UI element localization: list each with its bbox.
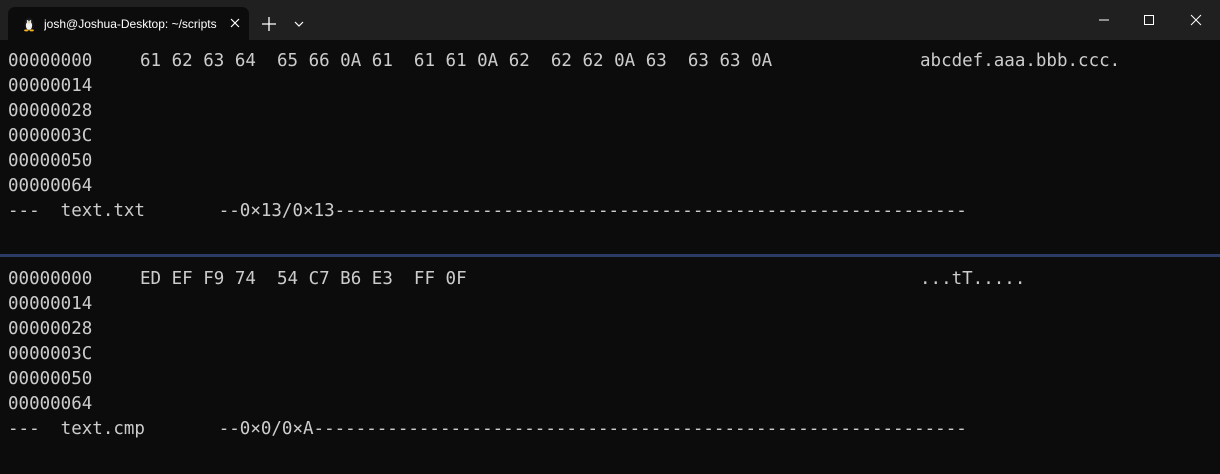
plus-icon[interactable] — [257, 12, 281, 36]
tab-title: josh@Joshua-Desktop: ~/scripts — [44, 17, 217, 31]
terminal-tab[interactable]: josh@Joshua-Desktop: ~/scripts — [8, 7, 249, 40]
close-icon[interactable] — [228, 16, 242, 30]
ascii-text: abcdef.aaa.bbb.ccc. — [920, 51, 1121, 71]
address-label: 00000050 — [8, 151, 93, 171]
status-line: --- text.cmp --0×0/0×A------------------… — [8, 419, 967, 439]
status-line: --- text.txt --0×13/0×13----------------… — [8, 201, 967, 221]
hex-bytes: 61 62 63 64 65 66 0A 61 61 61 0A 62 62 6… — [140, 51, 773, 71]
address-label: 00000014 — [8, 76, 93, 96]
close-button[interactable] — [1172, 0, 1220, 40]
hex-bytes: ED EF F9 74 54 C7 B6 E3 FF 0F — [140, 269, 467, 289]
address-label: 00000000 — [8, 269, 93, 289]
hex-viewer-pane-top[interactable]: 00000000 61 62 63 64 65 66 0A 61 61 61 0… — [0, 40, 1220, 254]
address-label: 00000014 — [8, 294, 93, 314]
minimize-icon — [1099, 19, 1109, 21]
hex-viewer-pane-bottom[interactable]: 00000000 ED EF F9 74 54 C7 B6 E3 FF 0F .… — [0, 258, 1220, 474]
address-label: 00000050 — [8, 369, 93, 389]
maximize-icon — [1144, 15, 1154, 25]
close-icon — [1190, 14, 1202, 26]
chevron-down-icon[interactable] — [289, 13, 309, 35]
terminal-window: josh@Joshua-Desktop: ~/scripts 00000000 … — [0, 0, 1220, 474]
pane-divider[interactable] — [0, 254, 1220, 257]
address-label: 00000064 — [8, 176, 93, 196]
address-label: 00000000 — [8, 51, 93, 71]
address-label: 0000003C — [8, 126, 93, 146]
linux-penguin-icon — [24, 17, 34, 32]
address-label: 00000064 — [8, 394, 93, 414]
title-bar: josh@Joshua-Desktop: ~/scripts — [0, 0, 1220, 40]
address-label: 00000028 — [8, 101, 93, 121]
address-label: 0000003C — [8, 344, 93, 364]
minimize-button[interactable] — [1080, 0, 1130, 40]
maximize-button[interactable] — [1125, 0, 1175, 40]
ascii-text: ...tT..... — [920, 269, 1026, 289]
address-label: 00000028 — [8, 319, 93, 339]
